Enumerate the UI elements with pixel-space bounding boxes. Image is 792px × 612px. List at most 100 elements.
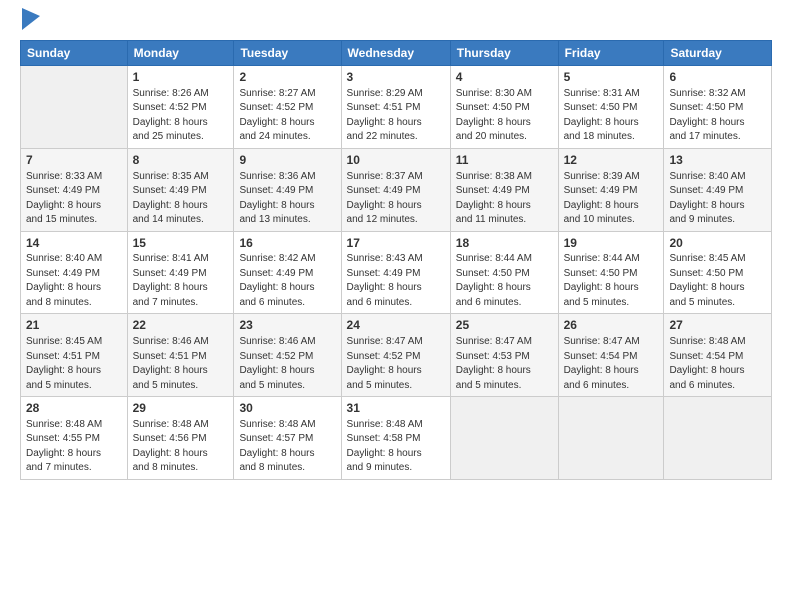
day-number: 10 [347,152,445,169]
day-number: 1 [133,69,229,86]
calendar-cell: 6Sunrise: 8:32 AM Sunset: 4:50 PM Daylig… [664,66,772,149]
day-number: 17 [347,235,445,252]
day-info: Sunrise: 8:39 AM Sunset: 4:49 PM Dayligh… [564,170,659,228]
calendar-cell: 4Sunrise: 8:30 AM Sunset: 4:50 PM Daylig… [450,66,558,149]
day-info: Sunrise: 8:40 AM Sunset: 4:49 PM Dayligh… [669,170,766,228]
day-info: Sunrise: 8:47 AM Sunset: 4:54 PM Dayligh… [564,335,659,393]
calendar-day-header: Monday [127,41,234,66]
calendar-cell: 8Sunrise: 8:35 AM Sunset: 4:49 PM Daylig… [127,148,234,231]
day-number: 14 [26,235,122,252]
calendar-cell: 13Sunrise: 8:40 AM Sunset: 4:49 PM Dayli… [664,148,772,231]
calendar-cell: 17Sunrise: 8:43 AM Sunset: 4:49 PM Dayli… [341,231,450,314]
day-number: 25 [456,317,553,334]
calendar-cell: 11Sunrise: 8:38 AM Sunset: 4:49 PM Dayli… [450,148,558,231]
calendar-cell: 23Sunrise: 8:46 AM Sunset: 4:52 PM Dayli… [234,314,341,397]
day-number: 28 [26,400,122,417]
day-info: Sunrise: 8:46 AM Sunset: 4:52 PM Dayligh… [239,335,335,393]
day-number: 4 [456,69,553,86]
calendar-cell: 28Sunrise: 8:48 AM Sunset: 4:55 PM Dayli… [21,397,128,480]
day-info: Sunrise: 8:47 AM Sunset: 4:53 PM Dayligh… [456,335,553,393]
day-info: Sunrise: 8:46 AM Sunset: 4:51 PM Dayligh… [133,335,229,393]
day-number: 22 [133,317,229,334]
calendar-day-header: Wednesday [341,41,450,66]
calendar-day-header: Friday [558,41,664,66]
day-info: Sunrise: 8:43 AM Sunset: 4:49 PM Dayligh… [347,252,445,310]
day-number: 15 [133,235,229,252]
calendar-cell: 1Sunrise: 8:26 AM Sunset: 4:52 PM Daylig… [127,66,234,149]
calendar-header-row: SundayMondayTuesdayWednesdayThursdayFrid… [21,41,772,66]
calendar-cell: 3Sunrise: 8:29 AM Sunset: 4:51 PM Daylig… [341,66,450,149]
day-number: 27 [669,317,766,334]
calendar-cell: 2Sunrise: 8:27 AM Sunset: 4:52 PM Daylig… [234,66,341,149]
calendar-cell: 10Sunrise: 8:37 AM Sunset: 4:49 PM Dayli… [341,148,450,231]
day-info: Sunrise: 8:33 AM Sunset: 4:49 PM Dayligh… [26,170,122,228]
calendar-cell: 5Sunrise: 8:31 AM Sunset: 4:50 PM Daylig… [558,66,664,149]
calendar-cell: 12Sunrise: 8:39 AM Sunset: 4:49 PM Dayli… [558,148,664,231]
calendar-cell: 31Sunrise: 8:48 AM Sunset: 4:58 PM Dayli… [341,397,450,480]
day-info: Sunrise: 8:48 AM Sunset: 4:58 PM Dayligh… [347,418,445,476]
calendar-table: SundayMondayTuesdayWednesdayThursdayFrid… [20,40,772,480]
calendar-cell: 26Sunrise: 8:47 AM Sunset: 4:54 PM Dayli… [558,314,664,397]
calendar-day-header: Sunday [21,41,128,66]
day-number: 16 [239,235,335,252]
day-info: Sunrise: 8:48 AM Sunset: 4:55 PM Dayligh… [26,418,122,476]
day-info: Sunrise: 8:44 AM Sunset: 4:50 PM Dayligh… [564,252,659,310]
calendar-cell: 7Sunrise: 8:33 AM Sunset: 4:49 PM Daylig… [21,148,128,231]
day-info: Sunrise: 8:48 AM Sunset: 4:54 PM Dayligh… [669,335,766,393]
calendar-cell: 21Sunrise: 8:45 AM Sunset: 4:51 PM Dayli… [21,314,128,397]
day-number: 19 [564,235,659,252]
calendar-cell [558,397,664,480]
day-info: Sunrise: 8:44 AM Sunset: 4:50 PM Dayligh… [456,252,553,310]
day-info: Sunrise: 8:37 AM Sunset: 4:49 PM Dayligh… [347,170,445,228]
calendar-cell [450,397,558,480]
day-number: 18 [456,235,553,252]
calendar-week-row: 21Sunrise: 8:45 AM Sunset: 4:51 PM Dayli… [21,314,772,397]
day-info: Sunrise: 8:38 AM Sunset: 4:49 PM Dayligh… [456,170,553,228]
day-info: Sunrise: 8:45 AM Sunset: 4:50 PM Dayligh… [669,252,766,310]
day-number: 13 [669,152,766,169]
day-number: 29 [133,400,229,417]
day-info: Sunrise: 8:48 AM Sunset: 4:57 PM Dayligh… [239,418,335,476]
calendar-day-header: Saturday [664,41,772,66]
day-number: 24 [347,317,445,334]
logo [20,16,40,30]
day-info: Sunrise: 8:32 AM Sunset: 4:50 PM Dayligh… [669,87,766,145]
calendar-cell: 29Sunrise: 8:48 AM Sunset: 4:56 PM Dayli… [127,397,234,480]
calendar-cell: 15Sunrise: 8:41 AM Sunset: 4:49 PM Dayli… [127,231,234,314]
day-info: Sunrise: 8:27 AM Sunset: 4:52 PM Dayligh… [239,87,335,145]
day-number: 3 [347,69,445,86]
day-info: Sunrise: 8:45 AM Sunset: 4:51 PM Dayligh… [26,335,122,393]
day-info: Sunrise: 8:26 AM Sunset: 4:52 PM Dayligh… [133,87,229,145]
calendar-cell: 14Sunrise: 8:40 AM Sunset: 4:49 PM Dayli… [21,231,128,314]
calendar-cell: 16Sunrise: 8:42 AM Sunset: 4:49 PM Dayli… [234,231,341,314]
day-info: Sunrise: 8:35 AM Sunset: 4:49 PM Dayligh… [133,170,229,228]
calendar-cell: 18Sunrise: 8:44 AM Sunset: 4:50 PM Dayli… [450,231,558,314]
day-number: 8 [133,152,229,169]
calendar-cell: 22Sunrise: 8:46 AM Sunset: 4:51 PM Dayli… [127,314,234,397]
day-number: 30 [239,400,335,417]
day-number: 23 [239,317,335,334]
day-number: 9 [239,152,335,169]
day-info: Sunrise: 8:41 AM Sunset: 4:49 PM Dayligh… [133,252,229,310]
day-info: Sunrise: 8:40 AM Sunset: 4:49 PM Dayligh… [26,252,122,310]
calendar-cell: 25Sunrise: 8:47 AM Sunset: 4:53 PM Dayli… [450,314,558,397]
day-info: Sunrise: 8:31 AM Sunset: 4:50 PM Dayligh… [564,87,659,145]
calendar-week-row: 28Sunrise: 8:48 AM Sunset: 4:55 PM Dayli… [21,397,772,480]
calendar-cell: 9Sunrise: 8:36 AM Sunset: 4:49 PM Daylig… [234,148,341,231]
calendar-week-row: 7Sunrise: 8:33 AM Sunset: 4:49 PM Daylig… [21,148,772,231]
day-info: Sunrise: 8:30 AM Sunset: 4:50 PM Dayligh… [456,87,553,145]
day-info: Sunrise: 8:36 AM Sunset: 4:49 PM Dayligh… [239,170,335,228]
day-number: 5 [564,69,659,86]
day-info: Sunrise: 8:47 AM Sunset: 4:52 PM Dayligh… [347,335,445,393]
calendar-cell [664,397,772,480]
day-number: 6 [669,69,766,86]
day-number: 20 [669,235,766,252]
day-number: 12 [564,152,659,169]
day-info: Sunrise: 8:48 AM Sunset: 4:56 PM Dayligh… [133,418,229,476]
day-number: 26 [564,317,659,334]
day-info: Sunrise: 8:29 AM Sunset: 4:51 PM Dayligh… [347,87,445,145]
calendar-cell [21,66,128,149]
calendar-cell: 20Sunrise: 8:45 AM Sunset: 4:50 PM Dayli… [664,231,772,314]
logo-icon [22,8,40,30]
day-number: 31 [347,400,445,417]
